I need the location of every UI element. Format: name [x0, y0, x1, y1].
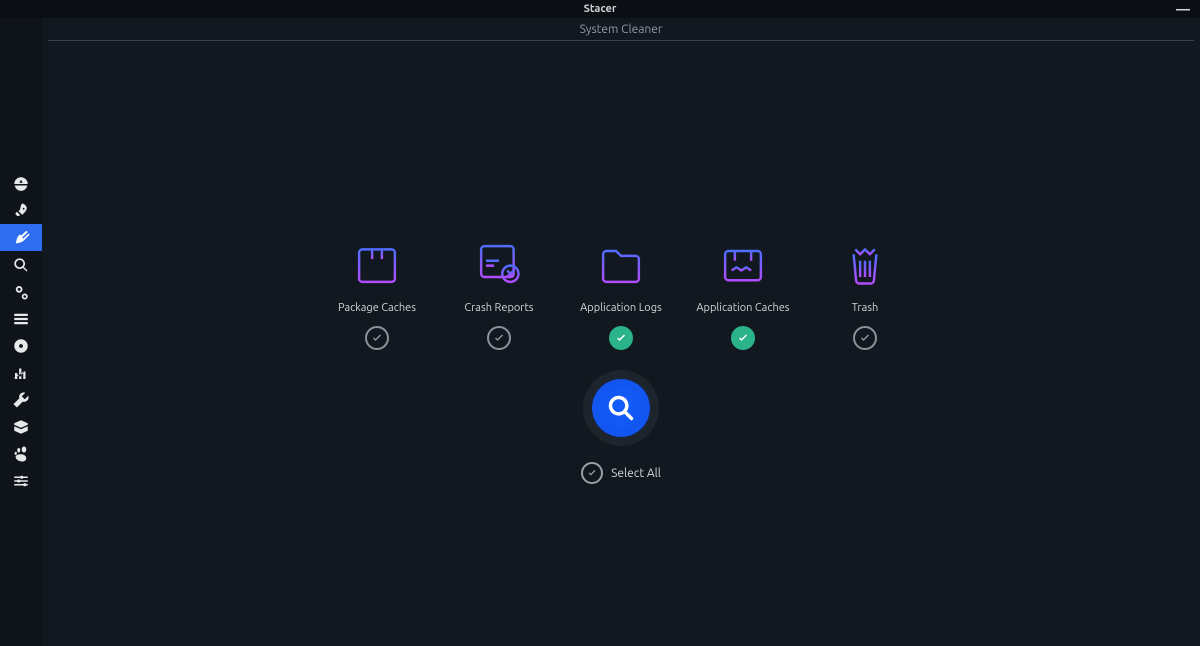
dashboard-icon — [12, 175, 30, 193]
sidebar — [0, 18, 42, 646]
category-checkbox-application-logs[interactable] — [609, 326, 633, 350]
sliders-icon — [12, 472, 30, 490]
application-logs-icon — [593, 236, 649, 292]
search-icon — [607, 394, 635, 422]
sidebar-item-uninstaller[interactable] — [0, 332, 42, 359]
page-title: System Cleaner — [48, 18, 1194, 41]
bars-icon — [12, 364, 30, 382]
category-application-caches: Application Caches — [696, 236, 790, 350]
category-label: Crash Reports — [464, 302, 533, 314]
main-area: System Cleaner Package Caches — [42, 18, 1200, 646]
crash-reports-icon — [471, 236, 527, 292]
category-checkbox-crash-reports[interactable] — [487, 326, 511, 350]
sidebar-item-dashboard[interactable] — [0, 170, 42, 197]
sidebar-item-helpers[interactable] — [0, 386, 42, 413]
rocket-icon — [12, 202, 30, 220]
window-minimize-button[interactable]: — — [1176, 0, 1190, 18]
scan-section: Select All — [42, 378, 1200, 484]
select-all-toggle[interactable]: Select All — [581, 462, 661, 484]
category-label: Trash — [852, 302, 879, 314]
broom-icon — [12, 229, 30, 247]
disc-icon — [12, 337, 30, 355]
application-caches-icon — [715, 236, 771, 292]
select-all-label: Select All — [611, 467, 661, 480]
tools-icon — [12, 391, 30, 409]
sidebar-item-resources[interactable] — [0, 359, 42, 386]
box-icon — [12, 418, 30, 436]
sidebar-item-apt-repos[interactable] — [0, 413, 42, 440]
category-label: Application Logs — [580, 302, 662, 314]
stack-icon — [12, 310, 30, 328]
category-label: Application Caches — [696, 302, 789, 314]
sidebar-item-search[interactable] — [0, 251, 42, 278]
category-application-logs: Application Logs — [574, 236, 668, 350]
category-crash-reports: Crash Reports — [452, 236, 546, 350]
category-checkbox-trash[interactable] — [853, 326, 877, 350]
magnifier-icon — [13, 257, 29, 273]
sidebar-item-processes[interactable] — [0, 305, 42, 332]
sidebar-item-gnome-settings[interactable] — [0, 440, 42, 467]
trash-icon — [837, 236, 893, 292]
sidebar-item-system-cleaner[interactable] — [0, 224, 42, 251]
category-package-caches: Package Caches — [330, 236, 424, 350]
category-checkbox-application-caches[interactable] — [731, 326, 755, 350]
category-checkbox-package-caches[interactable] — [365, 326, 389, 350]
gears-icon — [12, 283, 30, 301]
scan-button[interactable] — [591, 378, 651, 438]
gnome-foot-icon — [12, 445, 30, 463]
cleaner-categories: Package Caches Crash Reports — [42, 236, 1200, 350]
window-title: Stacer — [584, 3, 617, 15]
package-caches-icon — [349, 236, 405, 292]
sidebar-item-startup-apps[interactable] — [0, 197, 42, 224]
window-titlebar: Stacer — — [0, 0, 1200, 18]
select-all-checkbox[interactable] — [581, 462, 603, 484]
category-trash: Trash — [818, 236, 912, 350]
sidebar-item-services[interactable] — [0, 278, 42, 305]
category-label: Package Caches — [338, 302, 416, 314]
sidebar-item-settings[interactable] — [0, 467, 42, 494]
